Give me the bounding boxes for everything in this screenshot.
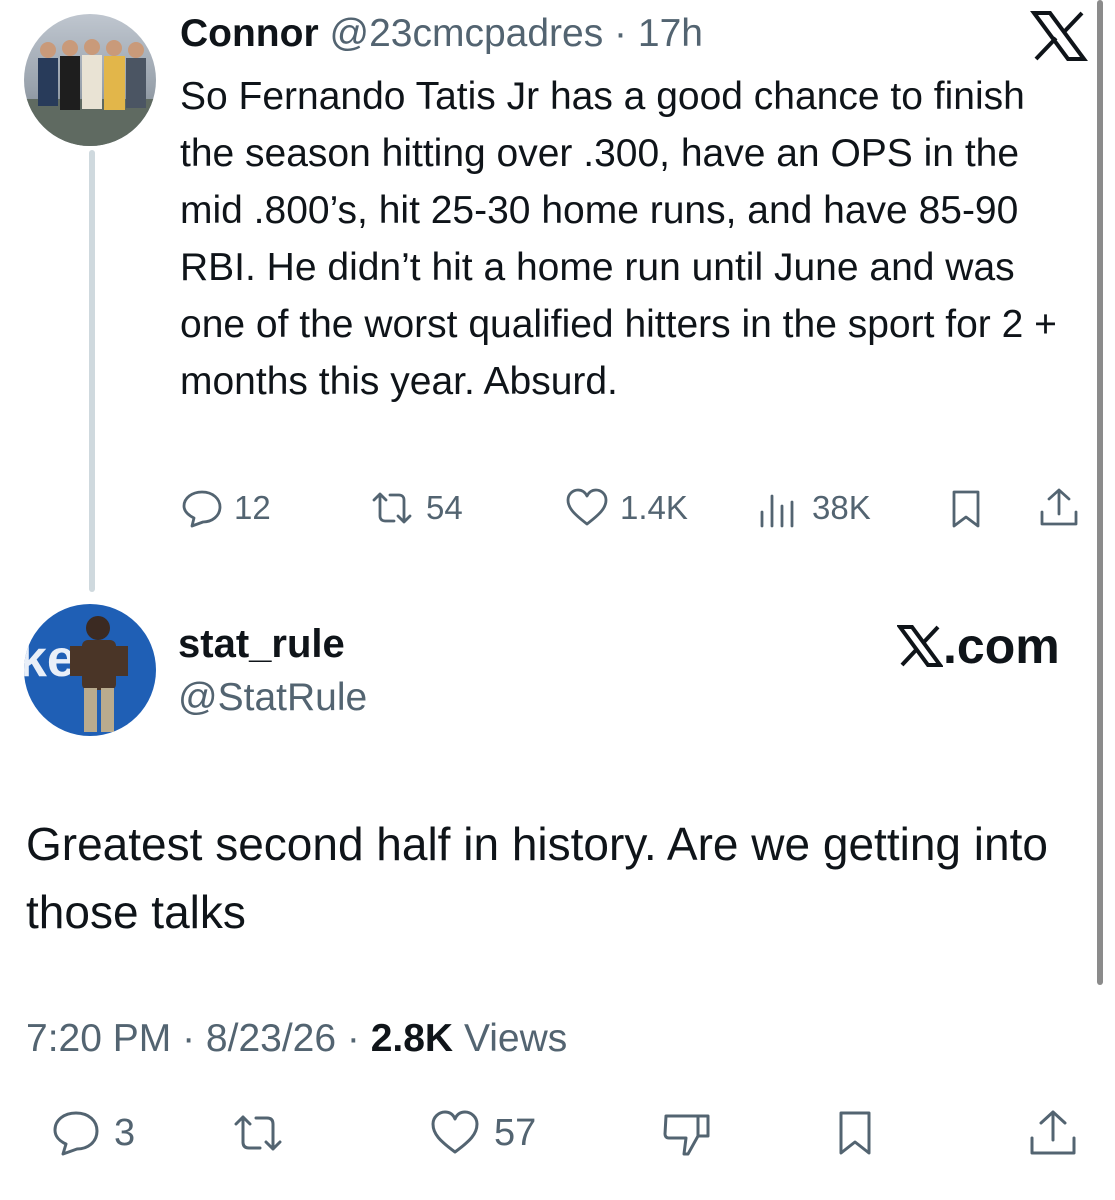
quoted-repost-button[interactable]: 54 [368, 486, 463, 530]
share-button[interactable] [1026, 1108, 1080, 1158]
dislike-icon [663, 1114, 710, 1156]
like-icon [431, 1110, 479, 1154]
quoted-tweet-text: So Fernando Tatis Jr has a good chance t… [180, 75, 1057, 403]
tweet-date[interactable]: 8/23/26 [206, 1017, 336, 1060]
thread-line [89, 150, 95, 592]
tweet-views-count[interactable]: 2.8K [371, 1017, 453, 1060]
dislike-button[interactable] [660, 1108, 714, 1158]
quoted-reply-button[interactable]: 12 [180, 486, 271, 530]
quoted-share-button[interactable] [1036, 486, 1082, 530]
quoted-views-count: 38K [812, 489, 871, 526]
xcom-brand: .com [897, 616, 1060, 676]
quoted-bookmark-button[interactable] [944, 486, 988, 530]
tweet-text: Greatest second half in history. Are we … [26, 818, 1048, 938]
x-logo-icon [897, 625, 943, 667]
views-icon [760, 494, 794, 528]
repost-button[interactable] [230, 1108, 286, 1158]
repost-icon [234, 1115, 282, 1151]
reply-count: 3 [114, 1111, 136, 1154]
like-button[interactable]: 57 [428, 1108, 536, 1158]
quoted-author-handle[interactable]: @23cmcpadres [329, 12, 603, 55]
stat-rule-avatar[interactable]: ken [24, 604, 156, 736]
like-count: 57 [494, 1111, 537, 1154]
share-icon [1040, 488, 1078, 526]
reply-icon [182, 490, 222, 528]
quoted-like-button[interactable]: 1.4K [564, 486, 688, 530]
reply-button[interactable]: 3 [50, 1108, 135, 1158]
quoted-reply-count: 12 [234, 489, 271, 526]
share-icon [1030, 1110, 1076, 1155]
repost-icon [372, 492, 412, 524]
quoted-like-count: 1.4K [620, 489, 688, 526]
quoted-views-button[interactable]: 38K [756, 486, 871, 530]
bookmark-button[interactable] [830, 1108, 880, 1158]
avatar-photo [24, 39, 156, 146]
quoted-tweet-header: Connor @23cmcpadres · 17h [180, 10, 703, 58]
quoted-author-name[interactable]: Connor [180, 12, 319, 55]
like-icon [566, 488, 608, 526]
connor-avatar[interactable] [24, 14, 156, 146]
quoted-time[interactable]: 17h [638, 12, 703, 55]
avatar-photo: ken [24, 616, 128, 732]
xcom-brand-text: .com [943, 618, 1060, 674]
x-logo-icon [1030, 11, 1088, 61]
tweet-time[interactable]: 7:20 PM [26, 1017, 171, 1060]
header-separator: · [614, 12, 628, 55]
tweet-views-label: Views [463, 1017, 568, 1060]
bookmark-icon [839, 1111, 871, 1155]
author-handle[interactable]: @StatRule [178, 674, 367, 722]
scrollbar[interactable] [1097, 0, 1103, 985]
author-name[interactable]: stat_rule [178, 620, 345, 668]
reply-icon [53, 1111, 99, 1156]
tweet-meta: 7:20 PM · 8/23/26 · 2.8K Views [26, 1017, 568, 1060]
bookmark-icon [952, 490, 980, 528]
quoted-repost-count: 54 [426, 489, 463, 526]
